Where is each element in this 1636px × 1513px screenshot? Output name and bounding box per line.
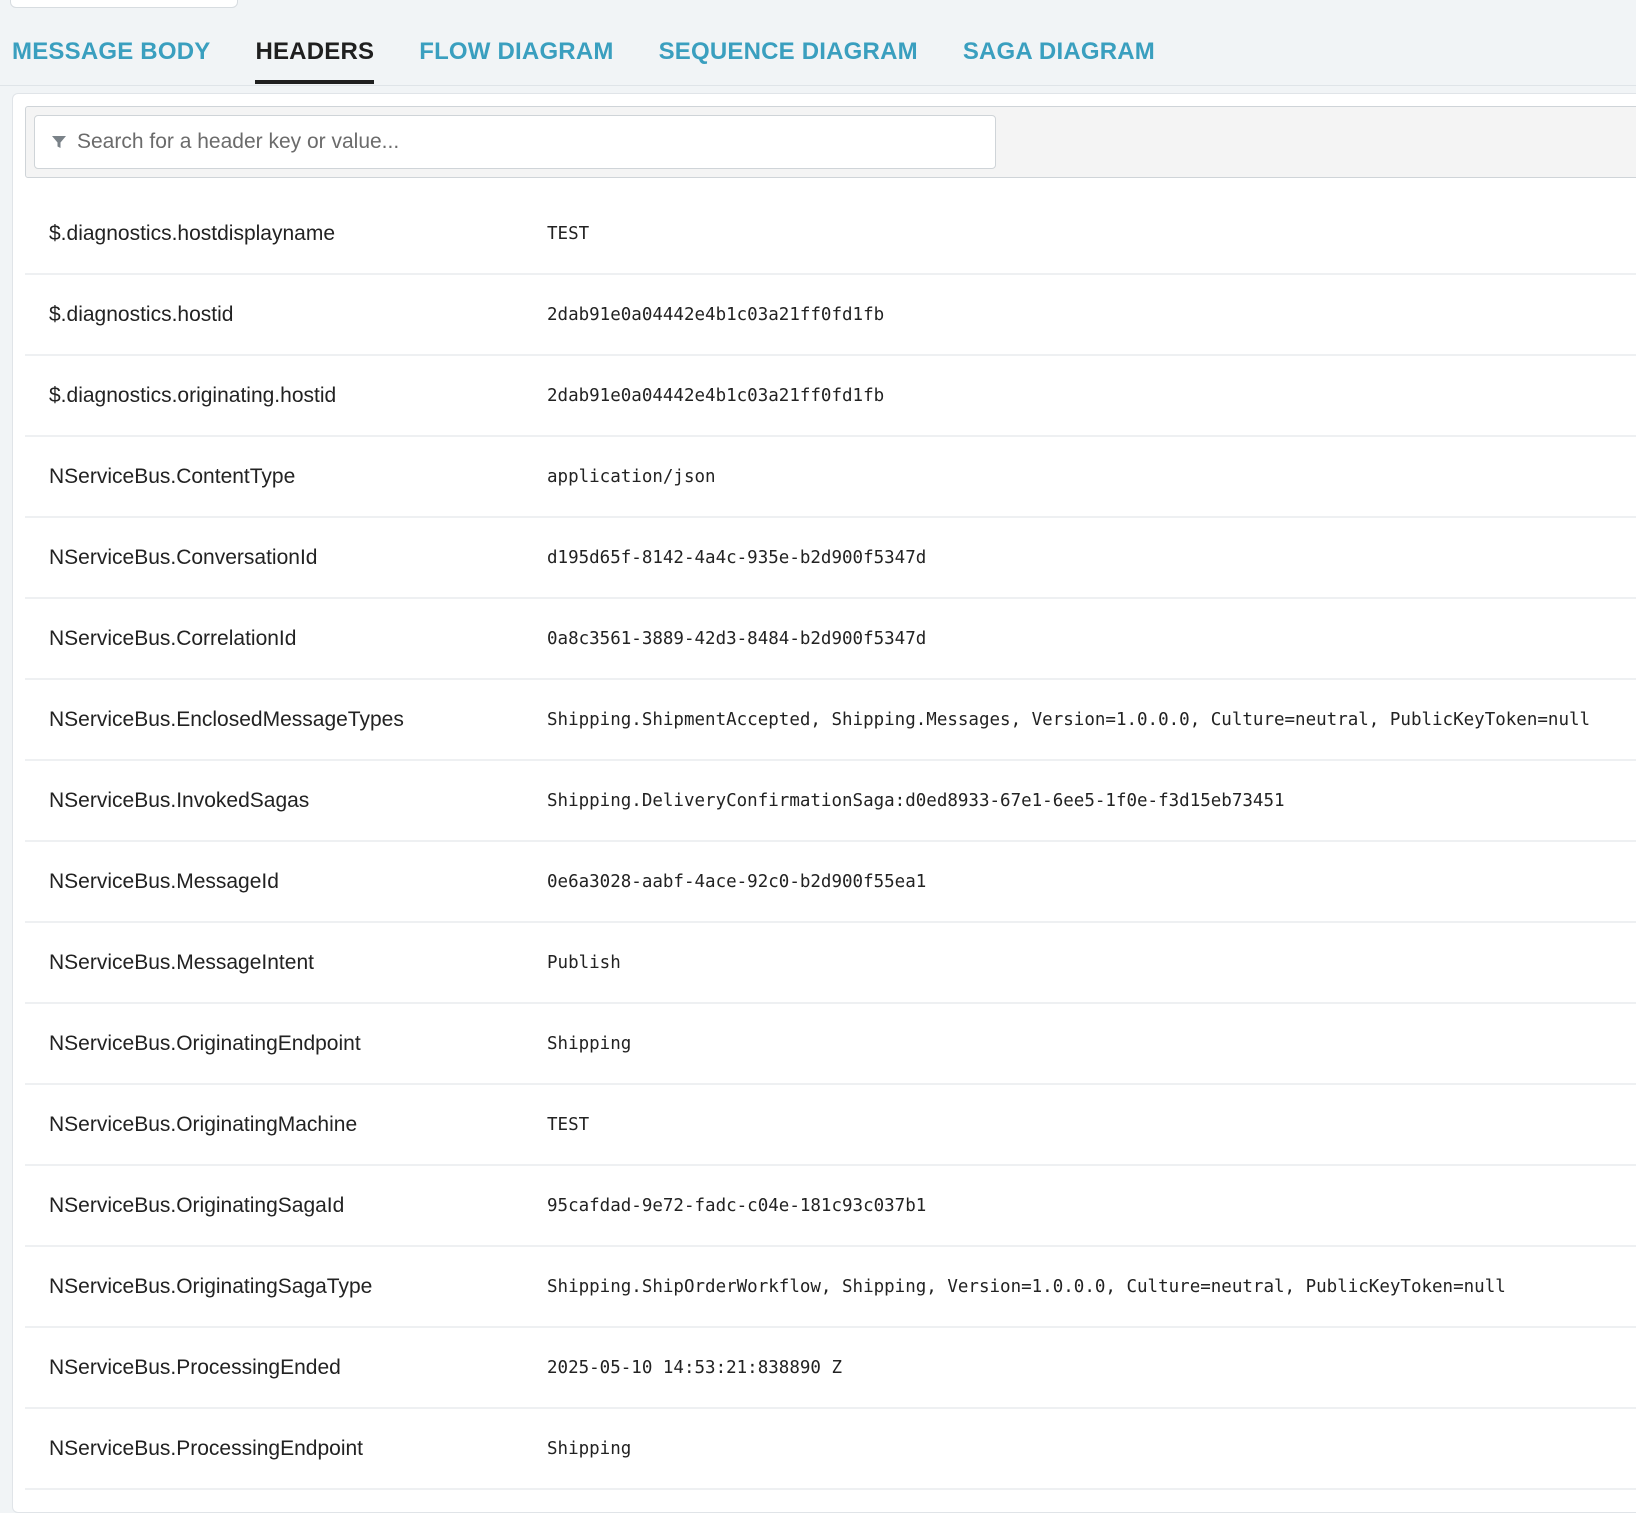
header-row: NServiceBus.InvokedSagas Shipping.Delive… xyxy=(25,761,1636,842)
header-value: Shipping xyxy=(547,1033,632,1054)
header-value: Shipping.ShipmentAccepted, Shipping.Mess… xyxy=(547,709,1591,730)
header-key: $.diagnostics.hostid xyxy=(49,302,234,326)
tab-sequence-diagram[interactable]: SEQUENCE DIAGRAM xyxy=(659,28,918,84)
header-row: NServiceBus.EnclosedMessageTypes Shippin… xyxy=(25,680,1636,761)
header-key: NServiceBus.OriginatingEndpoint xyxy=(49,1031,361,1055)
header-key: NServiceBus.ProcessingEndpoint xyxy=(49,1436,363,1460)
header-row: NServiceBus.OriginatingSagaType Shipping… xyxy=(25,1247,1636,1328)
header-row: NServiceBus.OriginatingSagaId 95cafdad-9… xyxy=(25,1166,1636,1247)
header-key: NServiceBus.MessageIntent xyxy=(49,950,314,974)
header-row: NServiceBus.OriginatingEndpoint Shipping xyxy=(25,1004,1636,1085)
tab-message-body[interactable]: MESSAGE BODY xyxy=(12,28,210,84)
top-control-stub xyxy=(10,0,238,8)
search-bar xyxy=(25,106,1636,178)
tab-bar: MESSAGE BODY HEADERS FLOW DIAGRAM SEQUEN… xyxy=(0,28,1636,86)
tab-headers[interactable]: HEADERS xyxy=(255,28,375,84)
header-row: NServiceBus.CorrelationId 0a8c3561-3889-… xyxy=(25,599,1636,680)
header-key: NServiceBus.MessageId xyxy=(49,869,279,893)
header-value: 2025-05-10 14:53:21:838890 Z xyxy=(547,1357,843,1378)
header-key: NServiceBus.OriginatingSagaType xyxy=(49,1274,373,1298)
headers-table: $.diagnostics.hostdisplayname TEST $.dia… xyxy=(25,194,1636,1490)
tab-saga-diagram[interactable]: SAGA DIAGRAM xyxy=(963,28,1155,84)
filter-icon xyxy=(49,132,69,152)
header-row: NServiceBus.ContentType application/json xyxy=(25,437,1636,518)
header-key: NServiceBus.ConversationId xyxy=(49,545,318,569)
header-value: 2dab91e0a04442e4b1c03a21ff0fd1fb xyxy=(547,304,885,325)
header-key: $.diagnostics.originating.hostid xyxy=(49,383,337,407)
header-row: NServiceBus.ProcessingEndpoint Shipping xyxy=(25,1409,1636,1490)
header-value: TEST xyxy=(547,1114,590,1135)
header-row: NServiceBus.MessageIntent Publish xyxy=(25,923,1636,1004)
header-value: 95cafdad-9e72-fadc-c04e-181c93c037b1 xyxy=(547,1195,927,1216)
header-value: 2dab91e0a04442e4b1c03a21ff0fd1fb xyxy=(547,385,885,406)
header-row: NServiceBus.MessageId 0e6a3028-aabf-4ace… xyxy=(25,842,1636,923)
header-row: $.diagnostics.hostdisplayname TEST xyxy=(25,194,1636,275)
header-row: $.diagnostics.hostid 2dab91e0a04442e4b1c… xyxy=(25,275,1636,356)
header-key: NServiceBus.ContentType xyxy=(49,464,296,488)
search-box[interactable] xyxy=(34,115,996,169)
header-key: NServiceBus.OriginatingMachine xyxy=(49,1112,358,1136)
header-key: $.diagnostics.hostdisplayname xyxy=(49,221,336,245)
header-value: Shipping xyxy=(547,1438,632,1459)
header-value: Shipping.ShipOrderWorkflow, Shipping, Ve… xyxy=(547,1276,1506,1297)
header-key: NServiceBus.OriginatingSagaId xyxy=(49,1193,345,1217)
header-row: NServiceBus.ConversationId d195d65f-8142… xyxy=(25,518,1636,599)
header-value: Shipping.DeliveryConfirmationSaga:d0ed89… xyxy=(547,790,1285,811)
header-value: application/json xyxy=(547,466,716,487)
header-value: d195d65f-8142-4a4c-935e-b2d900f5347d xyxy=(547,547,927,568)
header-value: TEST xyxy=(547,223,590,244)
header-key: NServiceBus.ProcessingEnded xyxy=(49,1355,341,1379)
header-key: NServiceBus.InvokedSagas xyxy=(49,788,310,812)
search-input[interactable] xyxy=(77,122,977,162)
header-key: NServiceBus.EnclosedMessageTypes xyxy=(49,707,404,731)
tab-flow-diagram[interactable]: FLOW DIAGRAM xyxy=(419,28,613,84)
header-value: 0e6a3028-aabf-4ace-92c0-b2d900f55ea1 xyxy=(547,871,927,892)
header-row: $.diagnostics.originating.hostid 2dab91e… xyxy=(25,356,1636,437)
header-row: NServiceBus.ProcessingEnded 2025-05-10 1… xyxy=(25,1328,1636,1409)
headers-panel: $.diagnostics.hostdisplayname TEST $.dia… xyxy=(12,93,1636,1513)
header-value: 0a8c3561-3889-42d3-8484-b2d900f5347d xyxy=(547,628,927,649)
header-row: NServiceBus.OriginatingMachine TEST xyxy=(25,1085,1636,1166)
header-key: NServiceBus.CorrelationId xyxy=(49,626,297,650)
header-value: Publish xyxy=(547,952,621,973)
